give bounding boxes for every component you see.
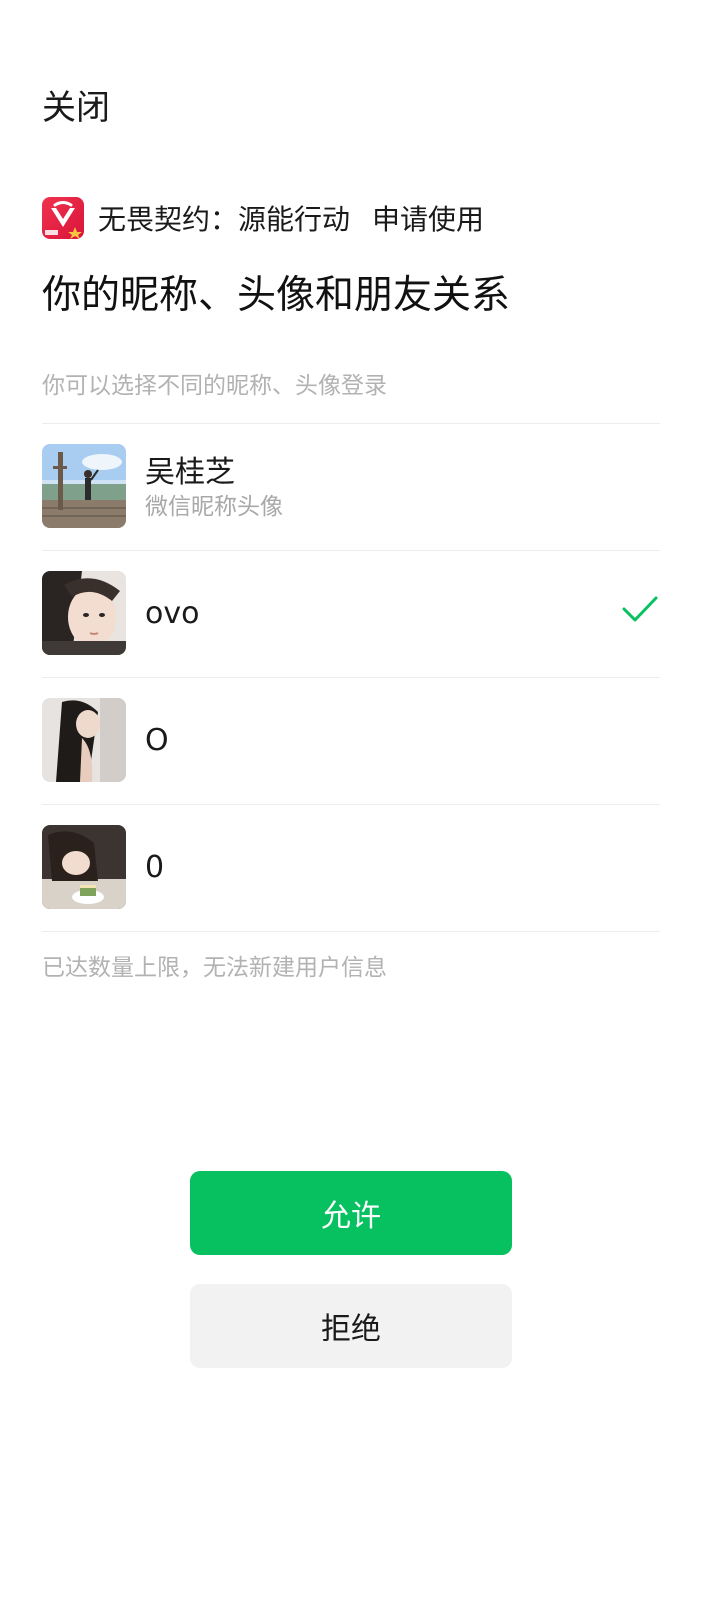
avatar <box>42 825 126 909</box>
page-title: 你的昵称、头像和朋友关系 <box>42 273 511 318</box>
app-request-label: 申请使用 <box>372 203 485 236</box>
app-icon <box>42 197 84 239</box>
avatar <box>42 698 126 782</box>
profile-item-0[interactable]: 0 <box>42 805 660 932</box>
profile-hint: 你可以选择不同的昵称、头像登录 <box>42 373 387 399</box>
profile-name: 吴桂芝 <box>145 455 235 490</box>
app-name: 无畏契约：源能行动 <box>98 203 351 236</box>
profile-name: ovo <box>145 596 200 631</box>
profile-subtitle: 微信昵称头像 <box>145 494 283 520</box>
profile-list: 吴桂芝 微信昵称头像 ovo O 0 <box>42 424 660 932</box>
profile-item-o[interactable]: O <box>42 678 660 805</box>
profile-item-wechat[interactable]: 吴桂芝 微信昵称头像 <box>42 424 660 551</box>
profile-item-ovo[interactable]: ovo <box>42 551 660 678</box>
allow-button[interactable]: 允许 <box>190 1171 512 1255</box>
avatar <box>42 444 126 528</box>
reject-button[interactable]: 拒绝 <box>190 1284 512 1368</box>
profile-name: 0 <box>145 850 165 885</box>
limit-note: 已达数量上限，无法新建用户信息 <box>42 955 387 981</box>
app-request-row: 无畏契约：源能行动 申请使用 <box>42 196 484 240</box>
check-icon <box>622 596 658 622</box>
avatar <box>42 571 126 655</box>
close-button[interactable]: 关闭 <box>42 86 110 130</box>
profile-name: O <box>145 723 169 758</box>
